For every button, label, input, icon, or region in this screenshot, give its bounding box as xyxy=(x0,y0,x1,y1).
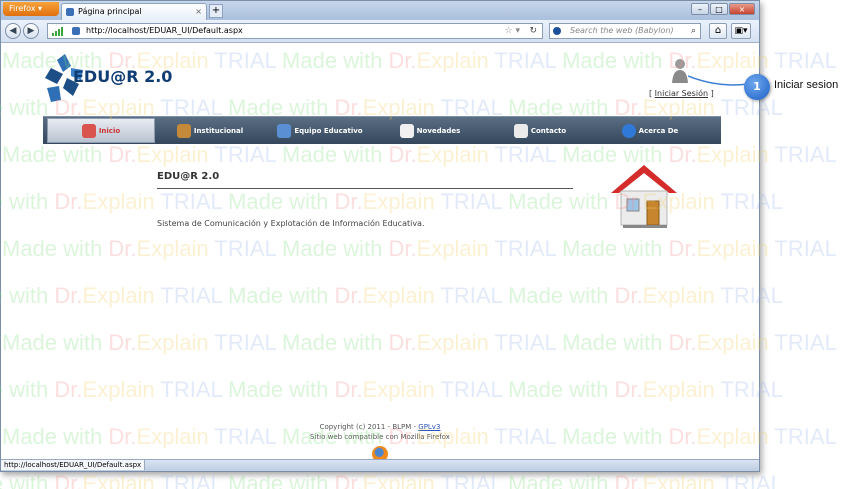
page-content: EDU@R 2.0 [ Iniciar Sesión ] Inicio Inst… xyxy=(1,43,759,463)
connection-signal-icon xyxy=(52,27,63,36)
license-link[interactable]: GPLv3 xyxy=(418,423,440,431)
status-url: http://localhost/EDUAR_UI/Default.aspx xyxy=(1,460,146,470)
users-icon xyxy=(277,123,292,138)
bookmarks-button[interactable]: ▣▾ xyxy=(731,23,751,39)
user-icon[interactable] xyxy=(671,57,689,83)
menu-item-label: Novedades xyxy=(416,126,461,135)
page-description: Sistema de Comunicación y Explotación de… xyxy=(157,219,425,228)
menu-item-label: Acerca De xyxy=(638,126,679,135)
house-icon xyxy=(611,165,677,228)
reload-icon[interactable]: ↻ xyxy=(529,24,537,38)
maximize-button[interactable]: □ xyxy=(710,3,728,15)
watermark-text: Made with Dr.Explain TRIAL xyxy=(0,471,222,489)
search-placeholder: Search the web (Babylon) xyxy=(570,26,674,35)
contact-icon xyxy=(513,123,528,138)
address-url: http://localhost/EDUAR_UI/Default.aspx xyxy=(86,26,243,35)
watermark-text: Made with Dr.Explain TRIAL xyxy=(508,471,783,489)
tab-title: Página principal xyxy=(78,7,142,16)
annotation-label: Iniciar sesion xyxy=(774,79,839,91)
login-link[interactable]: Iniciar Sesión xyxy=(655,89,708,98)
navigation-toolbar: ◀ ▶ http://localhost/EDUAR_UI/Default.as… xyxy=(1,20,759,43)
back-button[interactable]: ◀ xyxy=(5,23,21,39)
menu-item-inicio[interactable]: Inicio xyxy=(47,118,155,143)
menu-item-acerca-de[interactable]: Acerca De xyxy=(597,118,703,143)
close-window-button[interactable]: × xyxy=(729,3,755,15)
menu-item-contacto[interactable]: Contacto xyxy=(487,118,593,143)
site-identity-icon[interactable] xyxy=(72,27,80,35)
menu-item-institucional[interactable]: Institucional xyxy=(157,118,263,143)
menu-item-label: Equipo Educativo xyxy=(294,126,363,135)
page-title: EDU@R 2.0 xyxy=(157,171,220,182)
institution-icon xyxy=(176,123,191,138)
firefox-menu-label: Firefox xyxy=(9,4,36,13)
address-bar[interactable]: http://localhost/EDUAR_UI/Default.aspx ☆… xyxy=(47,23,543,39)
menu-item-label: Contacto xyxy=(530,126,567,135)
title-divider xyxy=(157,188,573,189)
tab-close-icon[interactable]: × xyxy=(195,4,202,20)
info-icon xyxy=(621,123,636,138)
watermark-text: Made with Dr.Explain TRIAL xyxy=(228,471,502,489)
logo-text: EDU@R 2.0 xyxy=(73,67,173,86)
firefox-menu-button[interactable]: Firefox ▾ xyxy=(3,2,59,16)
status-bar: http://localhost/EDUAR_UI/Default.aspx xyxy=(1,459,759,471)
menu-item-novedades[interactable]: Novedades xyxy=(377,118,483,143)
forward-button[interactable]: ▶ xyxy=(23,23,39,39)
main-menu: Inicio Institucional Equipo Educativo No… xyxy=(43,116,721,144)
login-bracket-close: ] xyxy=(708,89,714,98)
new-tab-button[interactable]: + xyxy=(209,4,223,18)
browser-window: Firefox ▾ Página principal × + – □ × ◀ ▶… xyxy=(0,0,760,472)
bookmark-star-icon[interactable]: ☆ ▾ xyxy=(505,24,520,38)
minimize-button[interactable]: – xyxy=(691,3,709,15)
news-icon xyxy=(399,123,414,138)
tab-bar: Firefox ▾ Página principal × + – □ × xyxy=(1,1,759,20)
home-button[interactable]: ⌂ xyxy=(709,23,727,39)
copyright-text: Copyright (c) 2011 - BLPM - xyxy=(319,423,419,431)
search-engine-icon[interactable] xyxy=(553,27,561,35)
menu-item-label: Institucional xyxy=(193,126,244,135)
tab-pagina-principal[interactable]: Página principal × xyxy=(61,3,207,20)
home-icon xyxy=(81,123,96,138)
footer-compat: Sitio web compatible con Mozilla Firefox xyxy=(310,433,450,441)
login-link-wrapper: [ Iniciar Sesión ] xyxy=(649,89,714,98)
window-controls: – □ × xyxy=(691,3,755,15)
annotation-badge: 1 xyxy=(744,74,770,100)
menu-item-equipo-educativo[interactable]: Equipo Educativo xyxy=(267,118,373,143)
watermark-row: Made with Dr.Explain TRIAL Made with Dr.… xyxy=(0,471,783,489)
page-favicon-icon xyxy=(66,8,74,16)
search-input[interactable]: Search the web (Babylon) ⌕ xyxy=(549,23,701,39)
menu-item-label: Inicio xyxy=(98,126,121,135)
search-icon[interactable]: ⌕ xyxy=(691,24,696,38)
footer-copyright: Copyright (c) 2011 - BLPM - GPLv3 xyxy=(1,423,759,431)
